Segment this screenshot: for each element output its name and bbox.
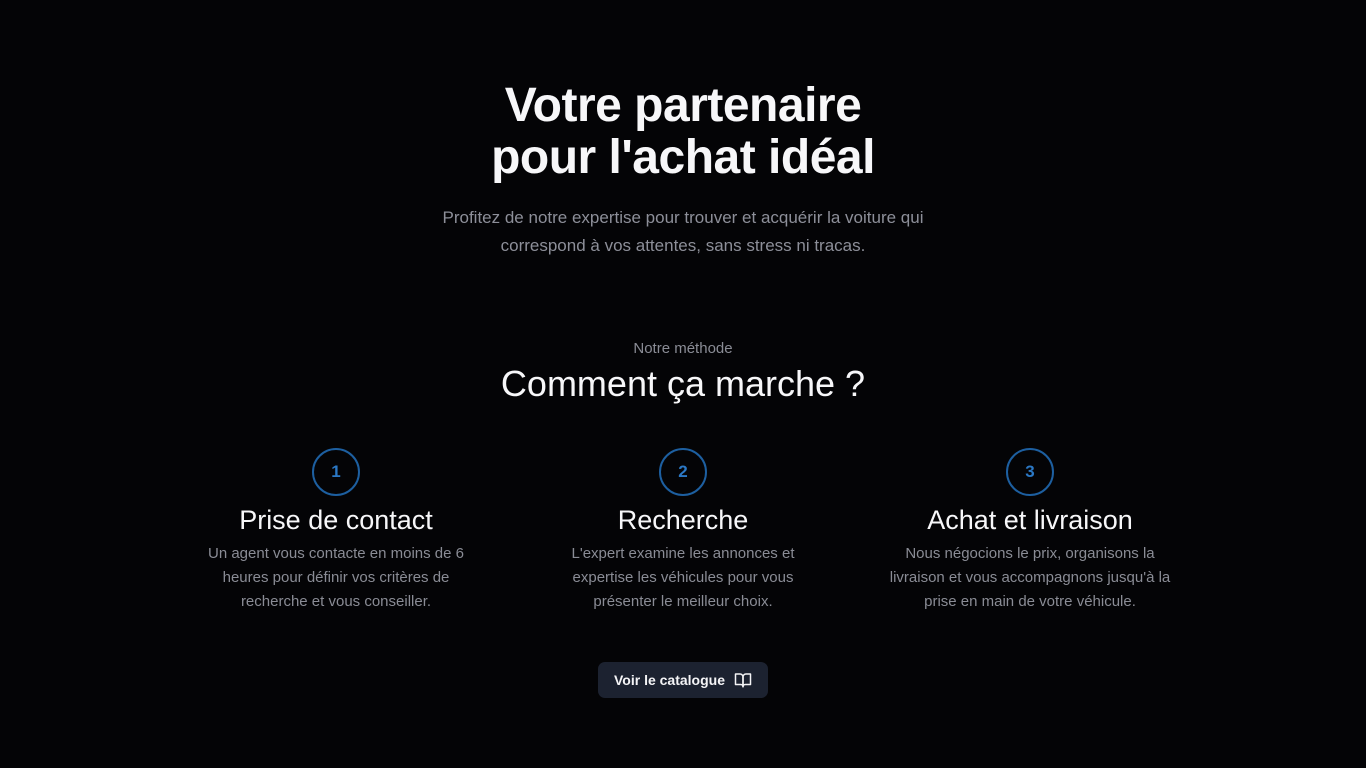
step-description: Nous négocions le prix, organisons la li… xyxy=(889,545,1171,610)
step-description: Un agent vous contacte en moins de 6 heu… xyxy=(208,545,464,610)
hero-section: Votre partenaire pour l'achat idéal Prof… xyxy=(0,80,1366,260)
hero-title-line-2: pour l'achat idéal xyxy=(491,131,875,184)
method-title: Comment ça marche ? xyxy=(500,363,866,404)
method-eyebrow: Notre méthode xyxy=(633,340,733,357)
step-card-2: 2 Recherche L'expert examine les annonce… xyxy=(523,448,843,614)
step-number-badge: 3 xyxy=(1006,448,1054,496)
step-number-badge: 1 xyxy=(312,448,360,496)
steps-list: 1 Prise de contact Un agent vous contact… xyxy=(0,448,1366,618)
step-number-badge: 2 xyxy=(659,448,707,496)
step-card-3: 3 Achat et livraison Nous négocions le p… xyxy=(870,448,1190,614)
step-title: Prise de contact xyxy=(239,505,433,535)
hero-subtitle: Profitez de notre expertise pour trouver… xyxy=(442,208,924,255)
landing-page: Votre partenaire pour l'achat idéal Prof… xyxy=(0,0,1366,768)
step-card-1: 1 Prise de contact Un agent vous contact… xyxy=(176,448,496,614)
book-open-icon xyxy=(734,671,752,689)
step-description: L'expert examine les annonces et experti… xyxy=(571,545,795,610)
hero-title-line-1: Votre partenaire xyxy=(504,79,862,132)
step-title: Recherche xyxy=(617,505,749,535)
view-catalogue-label: Voir le catalogue xyxy=(614,672,725,688)
step-title: Achat et livraison xyxy=(927,505,1133,535)
hero-title: Votre partenaire pour l'achat idéal xyxy=(0,80,1366,184)
cta-container: Voir le catalogue xyxy=(0,662,1366,698)
method-header: Notre méthode Comment ça marche ? xyxy=(0,339,1366,405)
view-catalogue-button[interactable]: Voir le catalogue xyxy=(598,662,768,698)
